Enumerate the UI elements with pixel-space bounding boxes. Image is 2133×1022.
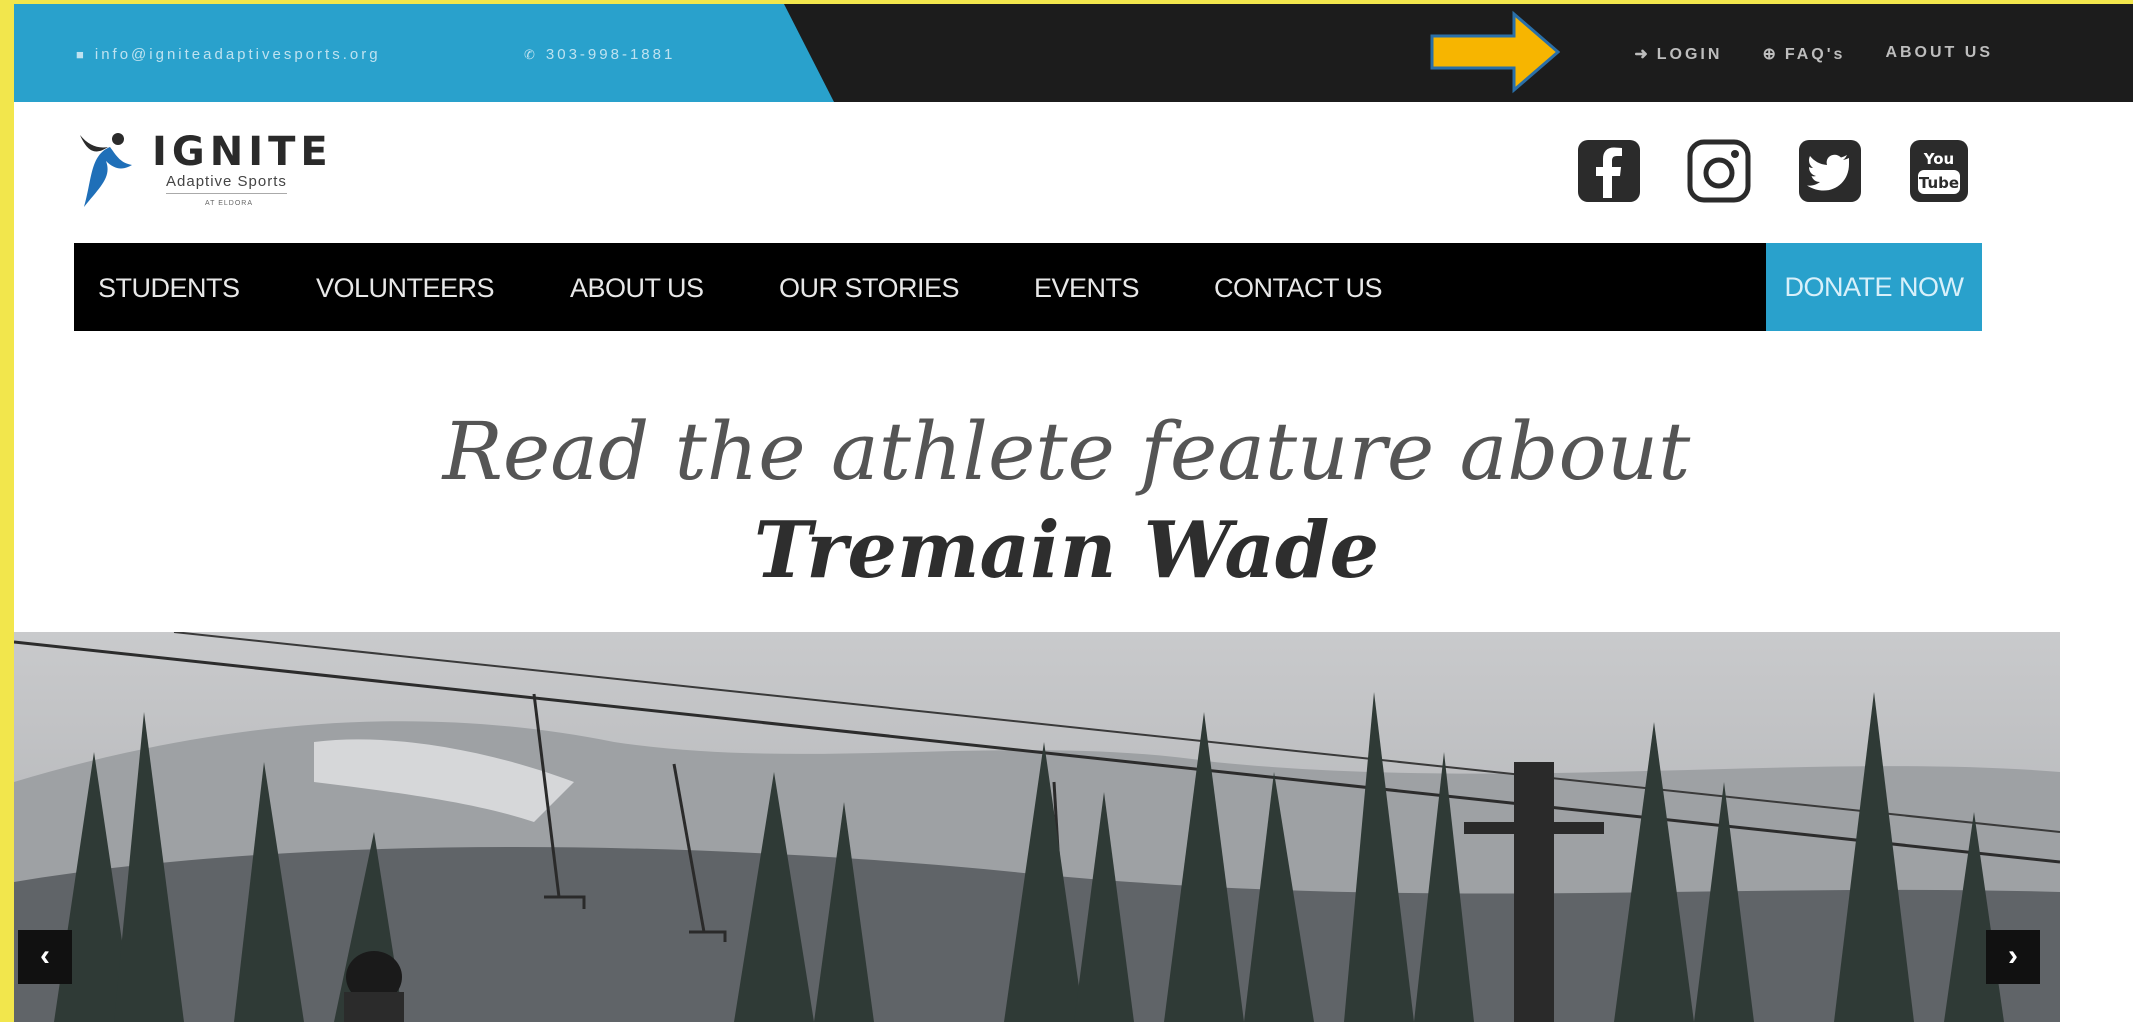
slider-prev-button[interactable]: ‹ — [18, 930, 72, 984]
login-label: LOGIN — [1656, 46, 1723, 63]
login-icon: ➜ — [1634, 46, 1651, 63]
contact-strip: ■ info@igniteadaptivesports.org ✆ 303-998-… — [14, 4, 834, 102]
site-logo[interactable]: IGNITE Adaptive Sports AT ELDORA — [70, 125, 370, 215]
facebook-icon[interactable] — [1576, 138, 1642, 204]
annotation-arrow-icon — [1430, 10, 1560, 94]
twitter-icon[interactable] — [1797, 138, 1863, 204]
faq-label: FAQ's — [1784, 46, 1846, 63]
envelope-icon: ■ — [76, 47, 87, 62]
feature-athlete-name[interactable]: Tremain Wade — [0, 505, 2133, 596]
nav-volunteers[interactable]: VOLUNTEERS — [316, 273, 495, 304]
login-link[interactable]: ➜ LOGIN — [1634, 44, 1722, 64]
hero-slider-image[interactable] — [14, 632, 2060, 1022]
question-icon: ⊕ — [1762, 46, 1779, 63]
svg-text:Tube: Tube — [1919, 174, 1959, 192]
nav-our-stories[interactable]: OUR STORIES — [779, 273, 960, 304]
feature-headline: Read the athlete feature about — [442, 405, 1691, 498]
chevron-right-icon: › — [2008, 939, 2018, 972]
ski-lift-scene — [14, 632, 2060, 1022]
logo-tagline: AT ELDORA — [205, 200, 254, 207]
logo-title: IGNITE — [152, 129, 333, 175]
about-us-top-link[interactable]: ABOUT US — [1885, 44, 1993, 64]
svg-text:You: You — [1923, 150, 1954, 168]
slider-next-button[interactable]: › — [1986, 930, 2040, 984]
nav-events[interactable]: EVENTS — [1034, 273, 1140, 304]
phone-text: 303-998-1881 — [545, 46, 676, 63]
flame-figure-icon — [80, 133, 132, 207]
chevron-left-icon: ‹ — [40, 939, 50, 972]
nav-students[interactable]: STUDENTS — [98, 273, 240, 304]
phone-link[interactable]: ✆ 303-998-1881 — [524, 46, 675, 63]
faq-link[interactable]: ⊕ FAQ's — [1762, 44, 1845, 64]
email-link[interactable]: ■ info@igniteadaptivesports.org — [76, 46, 381, 63]
top-links: ➜ LOGIN ⊕ FAQ's ABOUT US — [1634, 44, 1993, 64]
about-us-top-label: ABOUT US — [1885, 44, 1993, 61]
logo-subtitle: Adaptive Sports — [166, 173, 287, 194]
email-text: info@igniteadaptivesports.org — [94, 46, 381, 63]
top-bar: ■ info@igniteadaptivesports.org ✆ 303-998-… — [14, 4, 2133, 102]
nav-about-us[interactable]: ABOUT US — [570, 273, 704, 304]
phone-icon: ✆ — [524, 47, 538, 62]
main-nav: STUDENTS VOLUNTEERS ABOUT US OUR STORIES… — [74, 243, 1982, 331]
donate-now-button[interactable]: DONATE NOW — [1766, 243, 1982, 331]
nav-contact-us[interactable]: CONTACT US — [1214, 273, 1383, 304]
instagram-icon[interactable] — [1686, 138, 1752, 204]
youtube-icon[interactable]: You Tube — [1906, 138, 1972, 204]
